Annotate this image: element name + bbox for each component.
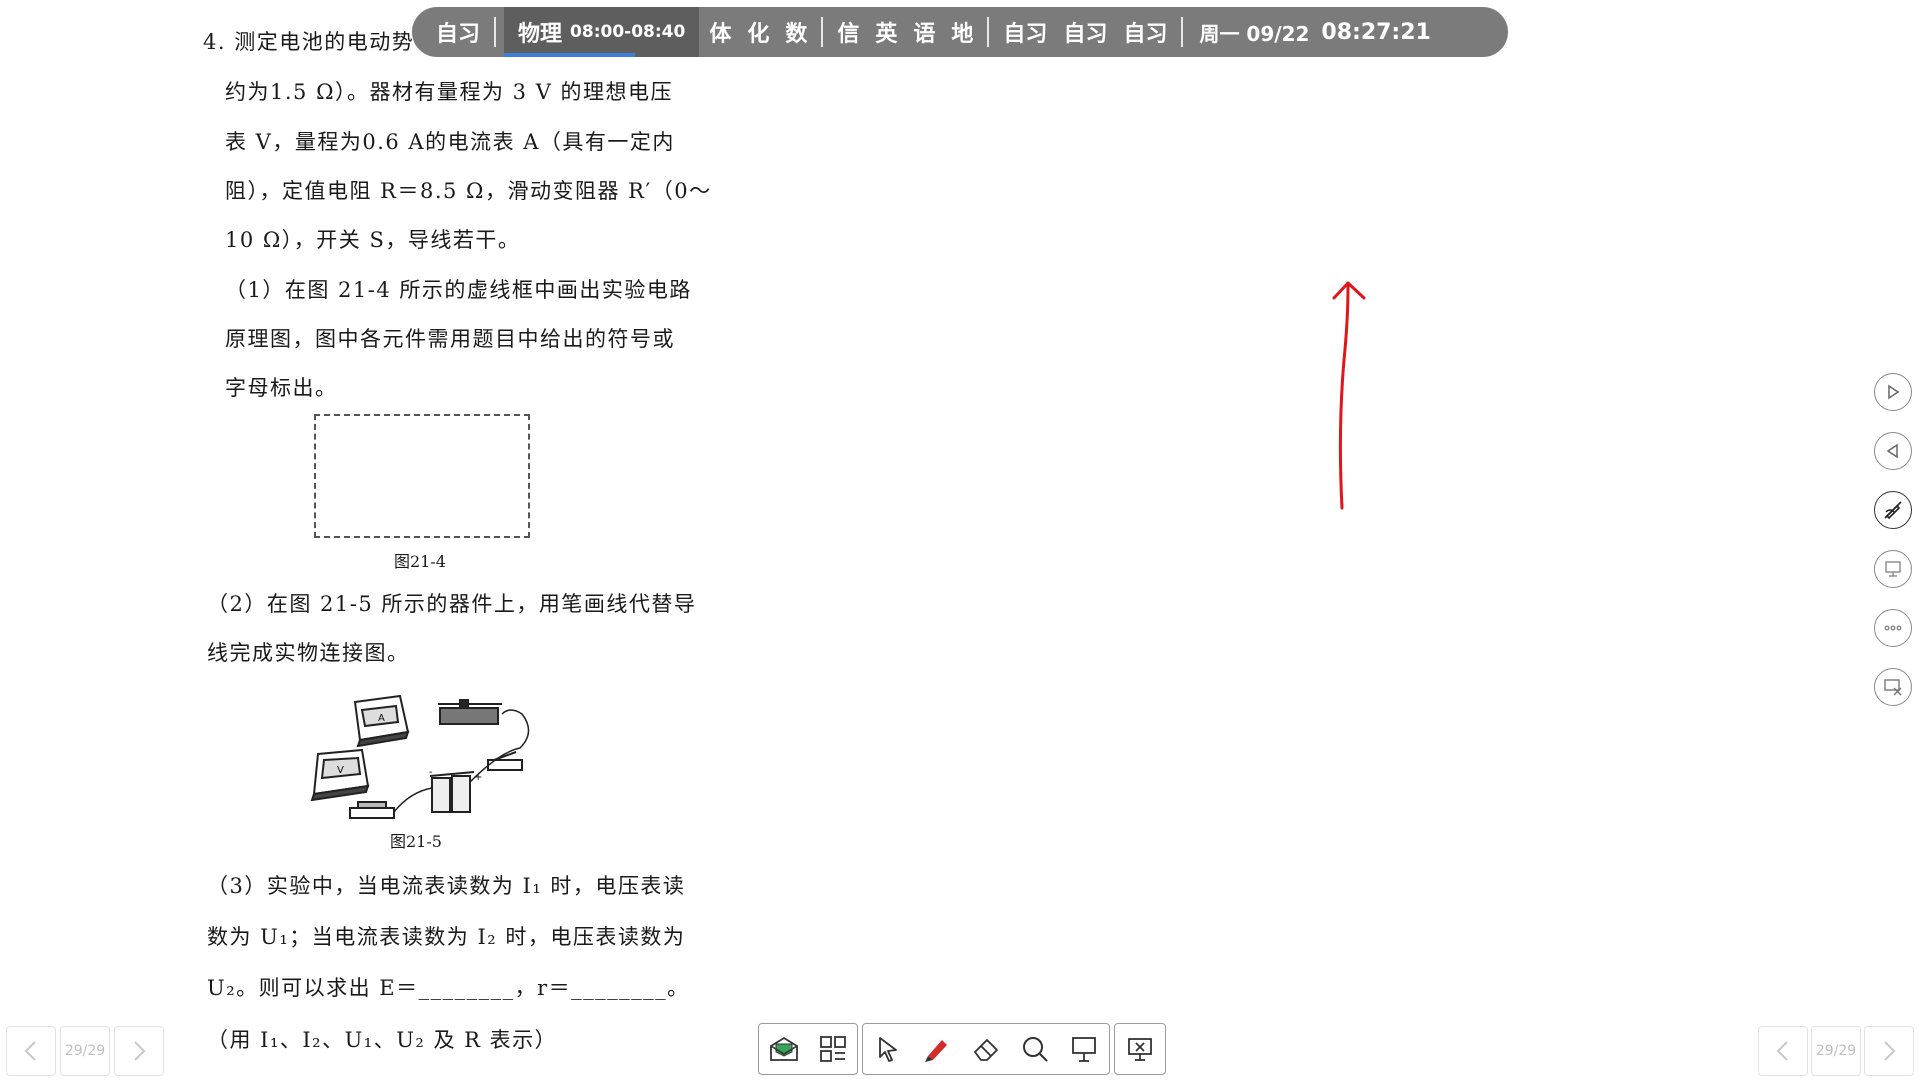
schedule-divider xyxy=(987,17,990,47)
schedule-item[interactable]: 体 xyxy=(709,16,731,48)
doc-line-10: 线完成实物连接图。 xyxy=(207,641,410,665)
voltmeter-label: V xyxy=(337,765,344,776)
next-page-button-right[interactable] xyxy=(1864,1026,1914,1076)
annotation-toggle-button[interactable] xyxy=(1874,491,1912,529)
prev-page-button-left[interactable] xyxy=(6,1026,56,1076)
qr-grid-button[interactable] xyxy=(808,1024,857,1074)
board-icon xyxy=(1072,1037,1097,1062)
schedule-item[interactable]: 自习 xyxy=(436,16,480,48)
page-counter-right: 29/29 xyxy=(1811,1026,1861,1076)
doc-line-12: 数为 U₁；当电流表读数为 I₂ 时，电压表读数为 xyxy=(207,925,686,949)
play-forward-icon xyxy=(1888,384,1900,400)
class-schedule-bar: 自习 物理 08:00-08:40 体 化 数 信 英 语 地 自习 自习 自习… xyxy=(412,7,1508,57)
apparatus-figure: A V - + xyxy=(310,694,530,819)
figure-caption-21-5: 图21-5 xyxy=(390,832,442,851)
schedule-item[interactable]: 化 xyxy=(747,16,769,48)
clock-label: 08:27:21 xyxy=(1321,19,1431,45)
doc-line-11: （3）实验中，当电流表读数为 I₁ 时，电压表读 xyxy=(207,874,686,898)
more-icon xyxy=(1884,625,1902,631)
svg-text:+: + xyxy=(474,772,482,783)
search-button[interactable] xyxy=(1011,1024,1060,1074)
current-class[interactable]: 物理 08:00-08:40 xyxy=(504,7,700,57)
current-subject: 物理 xyxy=(518,22,563,47)
doc-line-8: 字母标出。 xyxy=(225,376,338,400)
rheostat xyxy=(438,699,502,725)
doc-line-14: （用 I₁、I₂、U₁、U₂ 及 R 表示） xyxy=(207,1028,558,1052)
screen-settings-icon xyxy=(1885,561,1901,577)
schedule-item[interactable]: 地 xyxy=(951,16,973,48)
page-count-label: 29/29 xyxy=(64,1043,106,1059)
toolbar-group-1 xyxy=(758,1023,858,1075)
play-forward-button[interactable] xyxy=(1874,373,1912,411)
current-class-time: 08:00-08:40 xyxy=(570,22,686,42)
eraser-button[interactable] xyxy=(961,1024,1010,1074)
circuit-dashed-box xyxy=(314,414,530,538)
exit-slideshow-button[interactable] xyxy=(1115,1024,1165,1074)
pointer-icon xyxy=(878,1037,897,1062)
schedule-item[interactable]: 语 xyxy=(913,16,935,48)
exit-slideshow-icon xyxy=(1128,1038,1152,1061)
pen-slash-icon xyxy=(1884,501,1902,520)
doc-line-3: 表 V，量程为0.6 A的电流表 A（具有一定内 xyxy=(225,130,675,154)
page-counter-left: 29/29 xyxy=(60,1026,110,1076)
pen-button[interactable] xyxy=(912,1024,961,1074)
pen-icon xyxy=(924,1040,947,1062)
doc-line-4: 阻），定值电阻 R＝8.5 Ω，滑动变阻器 R′（0～ xyxy=(225,179,712,203)
chevron-right-icon xyxy=(1884,1041,1896,1061)
date-label: 周一 09/22 xyxy=(1199,21,1310,46)
mailbox-button[interactable] xyxy=(759,1024,808,1074)
toolbar-group-3 xyxy=(1114,1023,1166,1075)
figure-caption-21-4: 图21-4 xyxy=(394,552,446,571)
toolbar-group-2 xyxy=(862,1023,1110,1075)
schedule-item[interactable]: 数 xyxy=(785,16,807,48)
chevron-left-icon xyxy=(1776,1041,1788,1061)
more-button[interactable] xyxy=(1874,609,1912,647)
schedule-divider xyxy=(821,17,824,47)
doc-line-9: （2）在图 21-5 所示的器件上，用笔画线代替导 xyxy=(207,592,697,616)
close-screen-icon xyxy=(1884,679,1902,696)
schedule-item[interactable]: 自习 xyxy=(1063,16,1107,48)
schedule-item[interactable]: 英 xyxy=(875,16,897,48)
svg-text:-: - xyxy=(429,767,433,778)
page-count-label: 29/29 xyxy=(1815,1043,1857,1059)
schedule-item[interactable]: 自习 xyxy=(1123,16,1167,48)
ammeter-label: A xyxy=(378,713,385,724)
eraser-icon xyxy=(974,1039,998,1061)
doc-line-7: 原理图，图中各元件需用题目中给出的符号或 xyxy=(225,327,675,351)
fixed-resistor xyxy=(349,801,395,819)
chevron-left-icon xyxy=(24,1041,36,1061)
battery-pack xyxy=(429,771,475,813)
play-back-icon xyxy=(1886,443,1898,459)
next-page-button-left[interactable] xyxy=(114,1026,164,1076)
qr-grid-icon xyxy=(819,1036,846,1062)
pointer-button[interactable] xyxy=(863,1024,912,1074)
close-screen-button[interactable] xyxy=(1874,668,1912,706)
mail-box-icon xyxy=(769,1036,798,1061)
screen-settings-button[interactable] xyxy=(1874,550,1912,588)
magnifier-icon xyxy=(1023,1037,1048,1062)
doc-line-13: U₂。则可以求出 E＝________，r＝________。 xyxy=(207,976,690,1000)
class-progress-bar xyxy=(504,53,635,57)
doc-line-6: （1）在图 21-4 所示的虚线框中画出实验电路 xyxy=(225,278,692,302)
prev-page-button-right[interactable] xyxy=(1758,1026,1808,1076)
document-page: 4. 测定电池的电动势 E 及内阻 r（E 约为 3 V，r 约为1.5 Ω）。… xyxy=(0,0,710,1080)
doc-line-2: 约为1.5 Ω）。器材有量程为 3 V 的理想电压 xyxy=(225,80,674,104)
doc-line-5: 10 Ω），开关 S，导线若干。 xyxy=(225,228,521,252)
schedule-divider xyxy=(494,17,497,47)
play-back-button[interactable] xyxy=(1874,432,1912,470)
chevron-right-icon xyxy=(134,1041,146,1061)
schedule-item[interactable]: 自习 xyxy=(1003,16,1047,48)
schedule-item[interactable]: 信 xyxy=(837,16,859,48)
schedule-divider xyxy=(1181,17,1184,47)
board-button[interactable] xyxy=(1060,1024,1109,1074)
